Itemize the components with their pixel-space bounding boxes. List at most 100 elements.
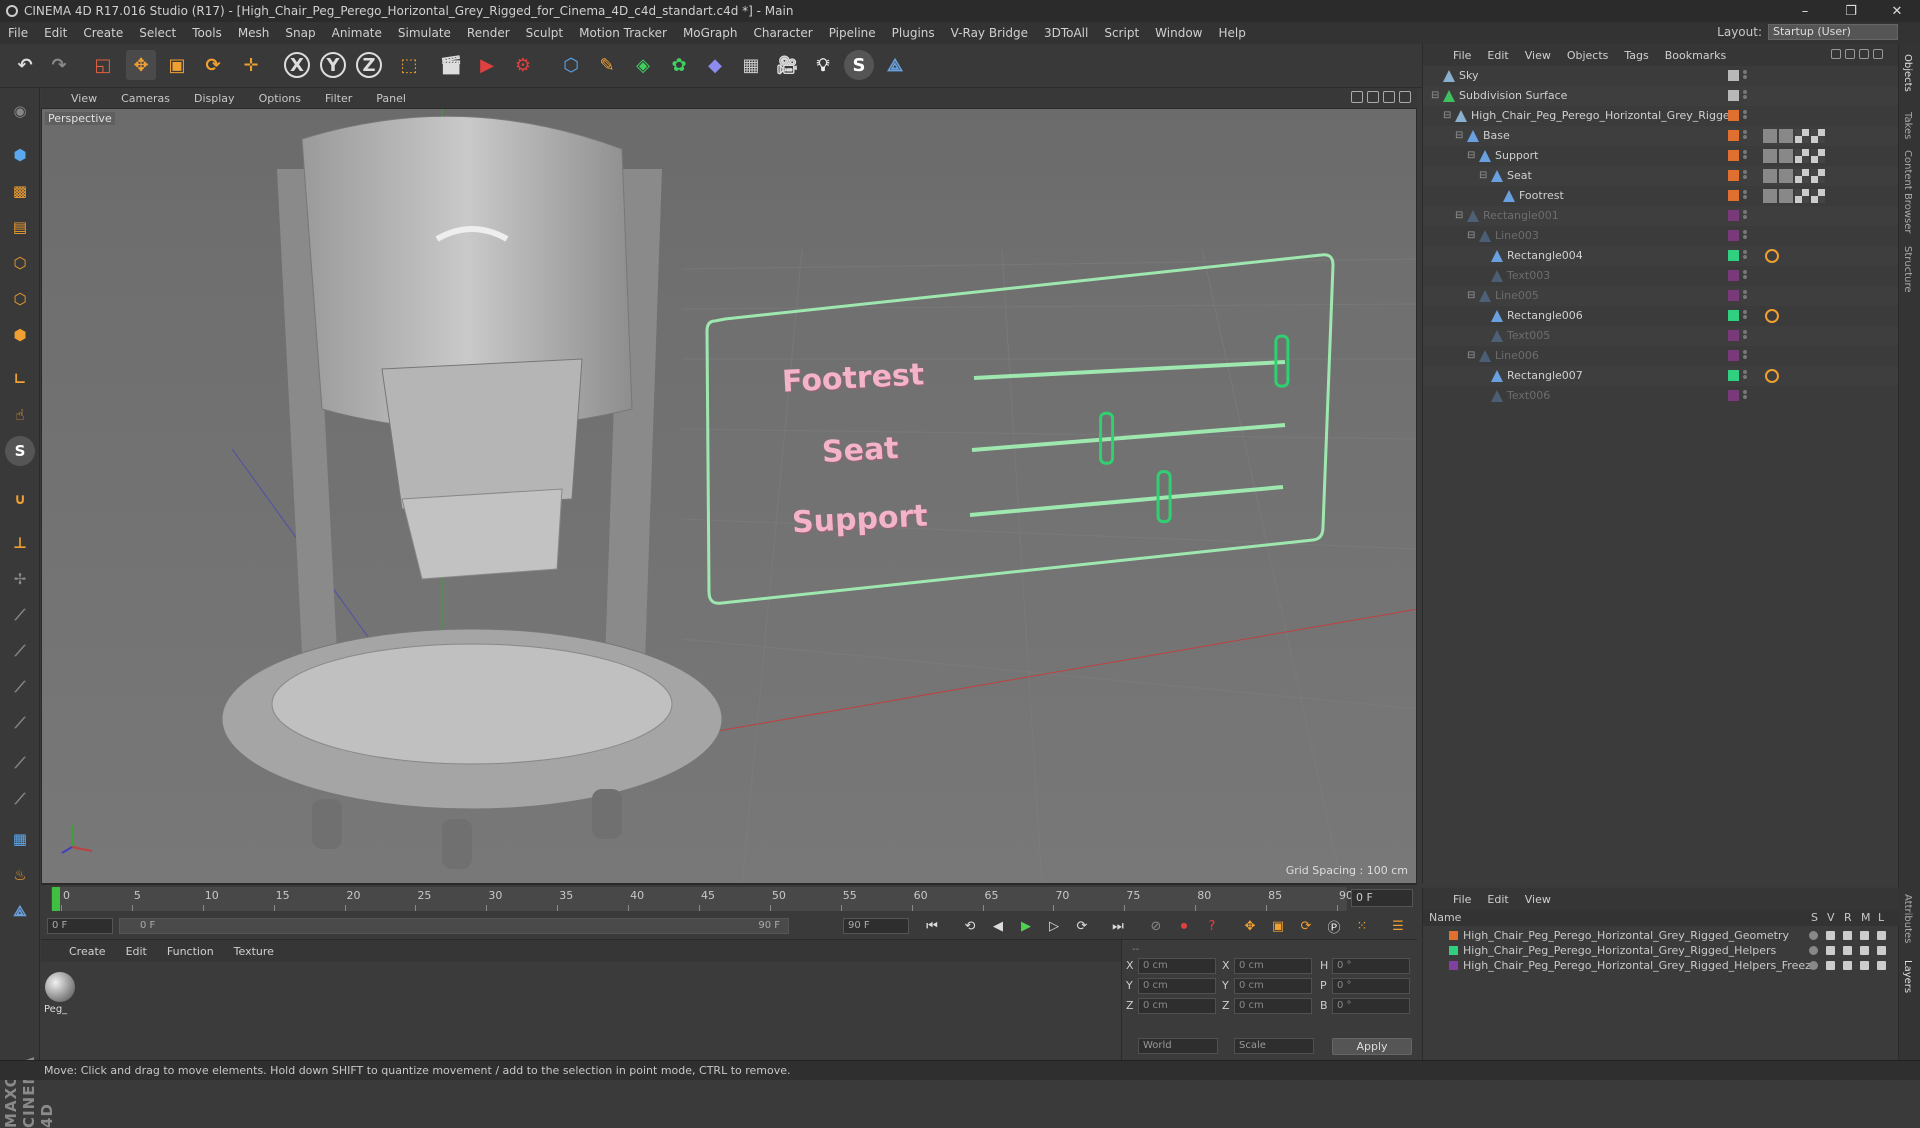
key-pla-icon[interactable]: ⁙ (1351, 916, 1373, 936)
visibility-dots-icon[interactable] (1743, 249, 1749, 263)
sculpt-knife-icon[interactable]: ⟋ (5, 748, 35, 778)
sculpt-mask-icon[interactable]: ⟋ (5, 784, 35, 814)
object-menu-file[interactable]: File (1445, 49, 1479, 62)
visibility-dots-icon[interactable] (1743, 369, 1749, 383)
make-editable-icon[interactable]: ◉ (5, 96, 35, 126)
visibility-dots-icon[interactable] (1743, 389, 1749, 403)
layer-color-swatch[interactable] (1728, 270, 1739, 281)
record-active-icon[interactable]: ⏺ (1173, 916, 1195, 936)
layer-lock-icon[interactable] (1877, 931, 1886, 940)
object-row-subdivision-surface[interactable]: ⊟ Subdivision Surface (1423, 86, 1899, 106)
workplane-icon[interactable]: ▤ (5, 212, 35, 242)
xpresso-tag-icon[interactable] (1783, 249, 1797, 263)
object-name[interactable]: Text003 (1507, 266, 1550, 286)
axis-mode-icon[interactable]: ∟ (5, 364, 35, 394)
object-row-text005[interactable]: Text005 (1423, 326, 1899, 346)
object-row-seat[interactable]: ⊟ Seat (1423, 166, 1899, 186)
visibility-dots-icon[interactable] (1743, 229, 1749, 243)
recent-tool-icon[interactable]: ✛ (236, 50, 266, 80)
checker-tag-icon[interactable] (1795, 169, 1809, 183)
expand-toggle-icon[interactable]: ⊟ (1455, 206, 1463, 226)
layer-color-swatch[interactable] (1728, 150, 1739, 161)
checker-tag-icon-2[interactable] (1811, 169, 1825, 183)
expand-toggle-icon[interactable]: ⊟ (1467, 146, 1475, 166)
edges-mode-icon[interactable]: ⬡ (5, 284, 35, 314)
new-window-icon[interactable] (1873, 49, 1883, 59)
coord-pos-field[interactable]: 0 cm (1138, 978, 1216, 994)
layer-menu-edit[interactable]: Edit (1479, 893, 1516, 906)
maximize-button[interactable]: ❐ (1828, 0, 1874, 22)
layer-color-swatch[interactable] (1728, 330, 1739, 341)
object-row-line006[interactable]: ⊟ Line006 (1423, 346, 1899, 366)
world-dropdown[interactable]: World (1138, 1038, 1218, 1054)
render-view-icon[interactable]: 🎬︎ (436, 50, 466, 80)
layer-color-swatch[interactable] (1728, 210, 1739, 221)
checker-tag-icon[interactable] (1795, 129, 1809, 143)
menu-character[interactable]: Character (745, 26, 820, 40)
hair-icon[interactable]: ♨ (5, 860, 35, 890)
next-frame-icon[interactable]: ▷ (1043, 916, 1065, 936)
texture-mode-icon[interactable]: ▩ (5, 176, 35, 206)
play-icon[interactable]: ▶ (1015, 916, 1037, 936)
layer-visible-icon[interactable] (1826, 961, 1835, 970)
constraint-tag-icon[interactable] (1765, 369, 1779, 383)
tab-takes[interactable]: Takes (1902, 112, 1913, 139)
object-name[interactable]: Footrest (1519, 186, 1564, 206)
timeline-ruler[interactable]: 0 5 10 15 20 25 30 35 40 45 50 55 60 65 70 75 80 85 90 (51, 887, 1353, 911)
xpresso-tag-icon[interactable] (1783, 369, 1797, 383)
cloner-icon[interactable]: ✿ (664, 50, 694, 80)
layer-color-swatch[interactable] (1728, 310, 1739, 321)
snap-icon[interactable]: S (5, 436, 35, 466)
tab-content-browser[interactable]: Content Browser (1902, 150, 1913, 233)
layer-render-icon[interactable] (1843, 946, 1852, 955)
light-icon[interactable]: 💡︎ (808, 50, 838, 80)
previous-frame-icon[interactable]: ◀ (987, 916, 1009, 936)
layer-manager-icon[interactable] (1860, 961, 1869, 970)
viewport-perspective[interactable]: Footrest Seat Support Perspective Grid S… (41, 108, 1417, 884)
sculpt-pull-icon[interactable]: ⟋ (5, 600, 35, 630)
layer-row[interactable]: High_Chair_Peg_Perego_Horizontal_Grey_Ri… (1423, 928, 1899, 943)
layer-name[interactable]: High_Chair_Peg_Perego_Horizontal_Grey_Ri… (1463, 958, 1818, 973)
material-menu-function[interactable]: Function (157, 945, 224, 958)
layer-color-swatch[interactable] (1728, 110, 1739, 121)
texture-tag-icon[interactable] (1779, 169, 1793, 183)
object-row-text006[interactable]: Text006 (1423, 386, 1899, 406)
menu-3dtoall[interactable]: 3DToAll (1036, 26, 1096, 40)
redo-icon[interactable]: ↷ (44, 50, 74, 80)
object-menu-view[interactable]: View (1517, 49, 1559, 62)
layer-color-swatch[interactable] (1728, 70, 1739, 81)
layer-color-swatch[interactable] (1728, 390, 1739, 401)
model-mode-icon[interactable]: ⬢ (5, 140, 35, 170)
key-rotation-icon[interactable]: ⟳ (1295, 916, 1317, 936)
render-settings-icon[interactable]: ⚙ (508, 50, 538, 80)
object-name[interactable]: Seat (1507, 166, 1532, 186)
texture-tag-icon[interactable] (1779, 189, 1793, 203)
checker-tag-icon-2[interactable] (1811, 129, 1825, 143)
autokeying-icon[interactable]: ? (1201, 916, 1223, 936)
checker-tag-icon-2[interactable] (1811, 149, 1825, 163)
layout-dropdown[interactable]: Startup (User) (1768, 24, 1898, 40)
viewport-menu-display[interactable]: Display (182, 92, 247, 105)
home-icon[interactable] (1845, 49, 1855, 59)
viewport-menu-cameras[interactable]: Cameras (109, 92, 182, 105)
end-frame-field[interactable]: 90 F (843, 918, 909, 934)
menu-help[interactable]: Help (1210, 26, 1253, 40)
layer-name[interactable]: High_Chair_Peg_Perego_Horizontal_Grey_Ri… (1463, 943, 1776, 958)
visibility-dots-icon[interactable] (1743, 69, 1749, 83)
layer-color-swatch[interactable] (1728, 170, 1739, 181)
coord-size-field[interactable]: 0 cm (1234, 958, 1312, 974)
layer-color-swatch[interactable] (1728, 290, 1739, 301)
live-selection-icon[interactable]: ◱ (88, 50, 118, 80)
material-menu-edit[interactable]: Edit (116, 945, 157, 958)
weight-tag-icon[interactable] (1763, 169, 1777, 183)
tab-structure[interactable]: Structure (1902, 246, 1913, 293)
object-name[interactable]: Sky (1459, 66, 1478, 86)
x-axis-icon[interactable]: X (284, 52, 310, 78)
object-name[interactable]: Rectangle007 (1507, 366, 1583, 386)
layer-manager-icon[interactable] (1860, 931, 1869, 940)
layer-menu-file[interactable]: File (1445, 893, 1479, 906)
object-name[interactable]: Text005 (1507, 326, 1550, 346)
timeline[interactable]: 0 5 10 15 20 25 30 35 40 45 50 55 60 65 70 75 80 85 90 0 F (41, 884, 1417, 912)
search-icon[interactable] (1831, 49, 1841, 59)
previous-keyframe-icon[interactable]: ⟲ (959, 916, 981, 936)
